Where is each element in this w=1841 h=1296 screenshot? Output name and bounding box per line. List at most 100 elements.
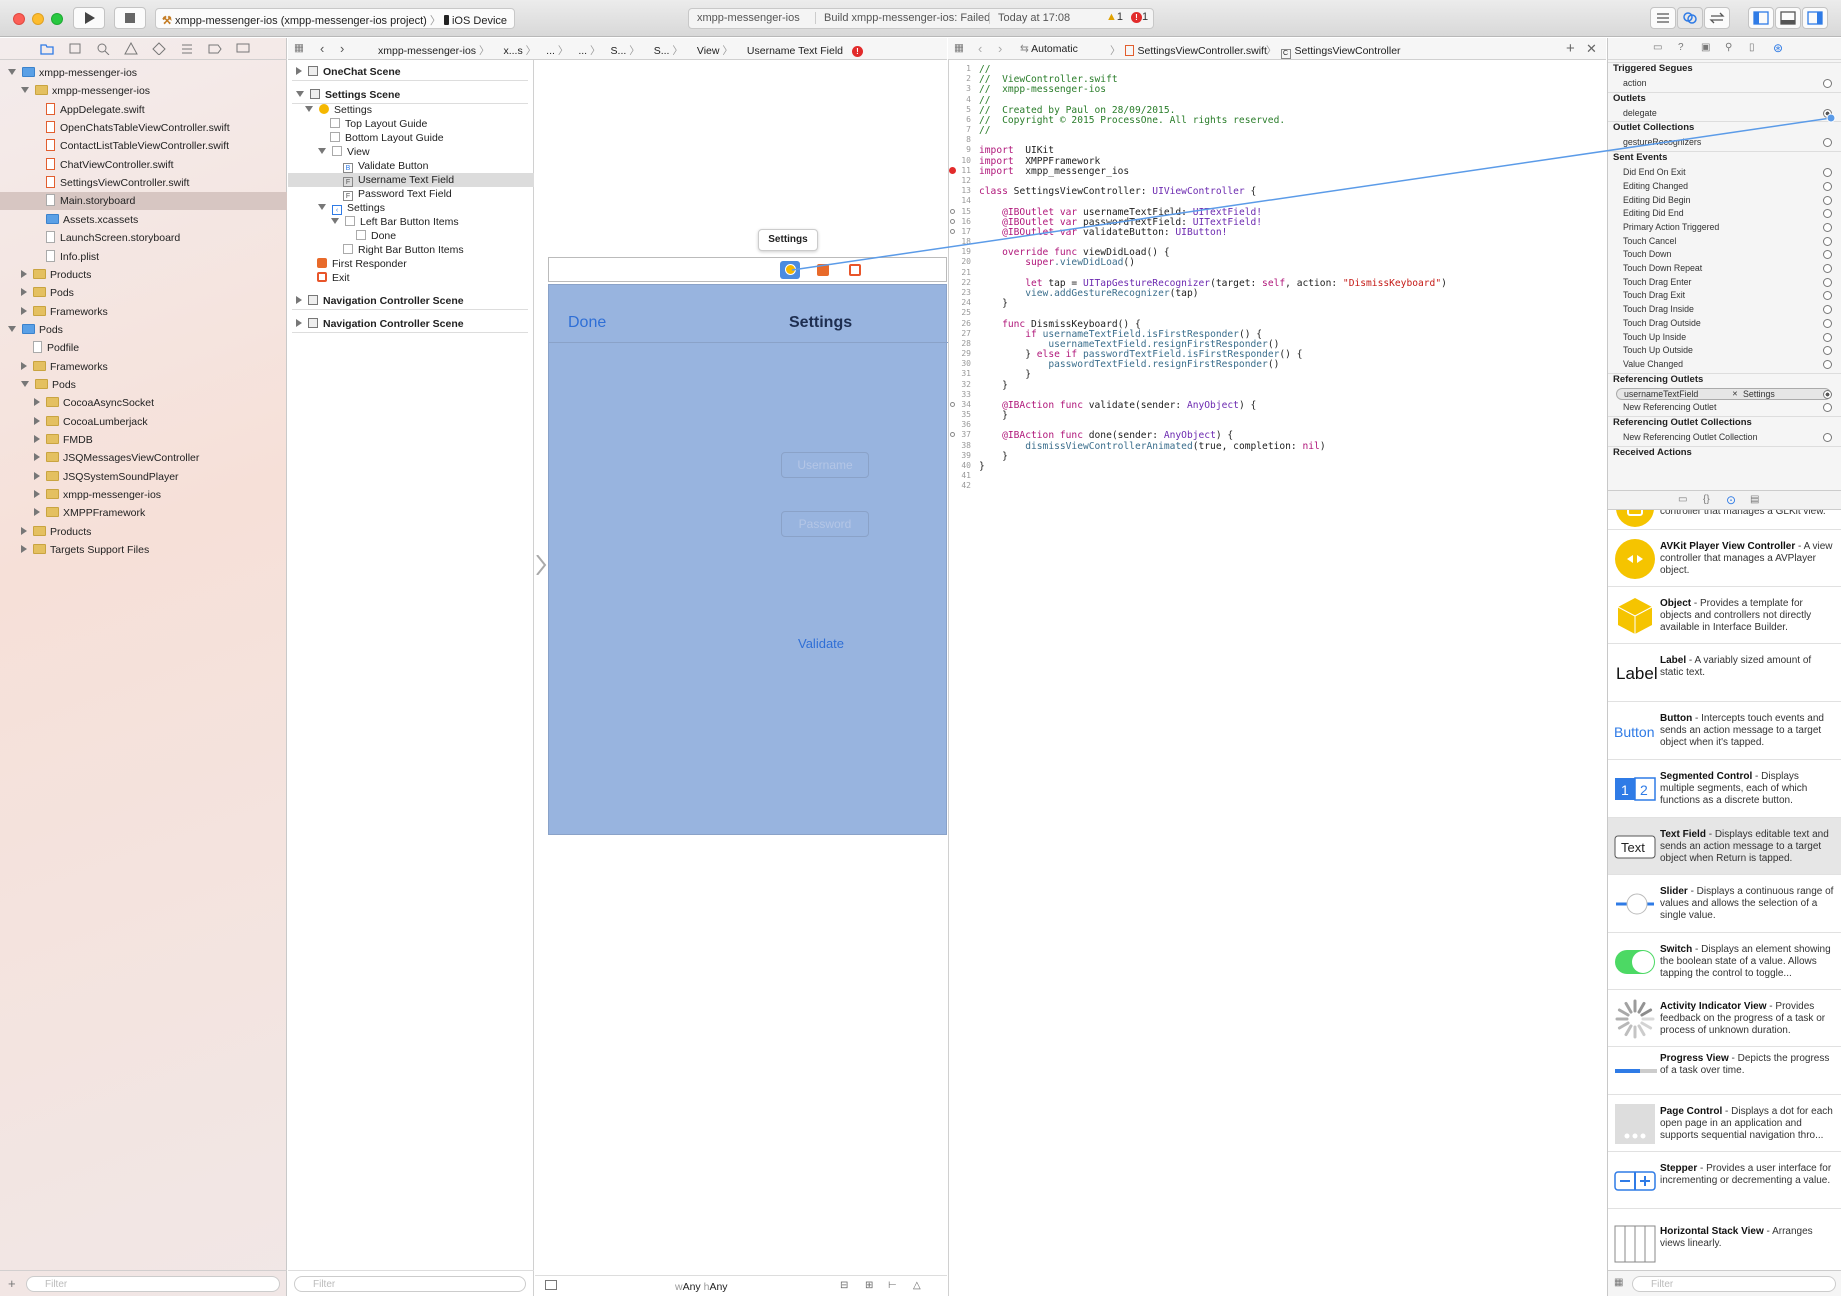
standard-editor-button[interactable] xyxy=(1650,7,1676,29)
connection-row[interactable]: usernameTextField ✕ Settings xyxy=(1608,387,1841,401)
device-name[interactable]: iOS Device xyxy=(452,15,507,27)
disclosure-triangle-icon[interactable] xyxy=(34,398,40,407)
navigator-item[interactable]: Pods xyxy=(0,284,287,302)
connection-circle-icon[interactable] xyxy=(1823,181,1832,191)
settings-view[interactable]: Done Settings Username Password Validate xyxy=(548,284,948,835)
library-item[interactable]: Progress View - Depicts the progress of … xyxy=(1608,1047,1841,1095)
storyboard-canvas[interactable]: Settings Done Settings Username Password… xyxy=(535,60,948,1275)
remove-connection-icon[interactable]: ✕ xyxy=(1732,388,1738,401)
connection-circle-icon[interactable] xyxy=(1823,305,1832,315)
first-responder-icon[interactable] xyxy=(817,264,829,276)
navigator-item[interactable]: Products xyxy=(0,266,287,284)
disclosure-triangle-icon[interactable] xyxy=(21,269,27,278)
breadcrumb-item[interactable]: Username Text Field xyxy=(747,45,843,57)
outline-item[interactable]: OneChat Scene xyxy=(292,63,528,81)
report-tab-icon[interactable] xyxy=(236,42,250,55)
breadcrumb-item[interactable]: S... xyxy=(654,45,670,57)
assistant-file[interactable]: 〉 SettingsViewController.swift xyxy=(1110,43,1267,58)
pin-icon[interactable]: ⊢ xyxy=(888,1280,897,1291)
navigator-item[interactable]: ChatViewController.swift xyxy=(0,156,287,174)
connection-row[interactable]: Touch Drag Inside xyxy=(1608,303,1841,316)
disclosure-triangle-icon[interactable] xyxy=(34,471,40,480)
library-item[interactable]: Text Text Field - Displays editable text … xyxy=(1608,818,1841,875)
navigator-item[interactable]: XMPPFramework xyxy=(0,504,287,522)
connection-circle-icon[interactable] xyxy=(1823,79,1832,88)
error-count[interactable]: ! 1 xyxy=(1131,11,1148,23)
find-tab-icon[interactable] xyxy=(96,42,110,55)
username-text-field[interactable]: Username xyxy=(781,452,869,478)
disclosure-triangle-icon[interactable] xyxy=(21,361,27,370)
canvas-collapse-handle[interactable] xyxy=(535,554,547,576)
navigator-filter-input[interactable]: Filter xyxy=(26,1276,280,1292)
connection-circle-icon[interactable] xyxy=(1823,403,1832,413)
assistant-mode[interactable]: ⇆ Automatic xyxy=(1020,43,1078,55)
connection-row[interactable]: Value Changed xyxy=(1608,358,1841,371)
breakpoint-tab-icon[interactable] xyxy=(208,42,222,55)
library-item[interactable]: Switch - Displays an element showing the… xyxy=(1608,933,1841,990)
navigator-item[interactable]: Assets.xcassets xyxy=(0,211,287,229)
disclosure-triangle-icon[interactable] xyxy=(296,67,302,75)
media-library-icon[interactable]: ▤ xyxy=(1750,494,1759,505)
navigator-item[interactable]: Frameworks xyxy=(0,358,287,376)
outline-item[interactable]: First Responder xyxy=(288,257,534,271)
navigator-item[interactable]: SettingsViewController.swift xyxy=(0,174,287,192)
connection-circle-icon[interactable] xyxy=(1823,168,1832,178)
navigator-item[interactable]: OpenChatsTableViewController.swift xyxy=(0,119,287,137)
connection-row[interactable]: Touch Drag Enter xyxy=(1608,276,1841,289)
navigator-item[interactable]: ContactListTableViewController.swift xyxy=(0,137,287,155)
connection-circle-icon[interactable] xyxy=(1823,389,1832,399)
outline-item[interactable]: Right Bar Button Items xyxy=(288,243,534,257)
test-tab-icon[interactable] xyxy=(152,42,166,55)
error-icon[interactable]: ! xyxy=(851,46,863,57)
disclosure-triangle-icon[interactable] xyxy=(34,416,40,425)
toggle-outline-icon[interactable] xyxy=(545,1280,557,1290)
disclosure-triangle-icon[interactable] xyxy=(21,87,29,94)
outline-filter-input[interactable]: Filter xyxy=(294,1276,526,1292)
identity-inspector-icon[interactable]: ▣ xyxy=(1701,42,1710,53)
disclosure-triangle-icon[interactable] xyxy=(21,526,27,535)
add-editor-icon[interactable]: + xyxy=(1566,40,1575,57)
forward-arrow-icon[interactable]: › xyxy=(998,41,1002,56)
disclosure-triangle-icon[interactable] xyxy=(21,288,27,297)
disclosure-triangle-icon[interactable] xyxy=(318,204,326,210)
toggle-debug-button[interactable] xyxy=(1775,7,1801,29)
navigator-item[interactable]: Pods xyxy=(0,321,287,339)
connection-row[interactable]: Touch Up Inside xyxy=(1608,331,1841,344)
file-template-icon[interactable]: ▭ xyxy=(1678,494,1687,505)
add-icon[interactable]: + xyxy=(8,1276,16,1291)
help-inspector-icon[interactable]: ? xyxy=(1678,42,1684,53)
exit-icon[interactable] xyxy=(849,264,861,276)
close-window-button[interactable] xyxy=(13,13,25,25)
outline-item[interactable]: F Password Text Field xyxy=(288,187,534,201)
size-inspector-icon[interactable]: ▯ xyxy=(1749,42,1755,53)
connection-circle-icon[interactable] xyxy=(1823,108,1832,118)
library-item[interactable]: Label Label - A variably sized amount of … xyxy=(1608,644,1841,702)
breadcrumb-item[interactable]: S... xyxy=(611,45,627,57)
grid-icon[interactable]: ▦ xyxy=(954,42,964,54)
size-class-control[interactable]: wAny hAny xyxy=(675,1281,728,1293)
outlet-connection-icon[interactable] xyxy=(950,208,955,214)
disclosure-triangle-icon[interactable] xyxy=(21,545,27,554)
navigator-item[interactable]: xmpp-messenger-ios xyxy=(0,82,287,100)
navigator-item[interactable]: CocoaAsyncSocket xyxy=(0,394,287,412)
outline-item[interactable]: Settings xyxy=(288,103,534,117)
debug-tab-icon[interactable] xyxy=(180,42,194,55)
done-bar-button[interactable]: Done xyxy=(568,314,606,332)
disclosure-triangle-icon[interactable] xyxy=(21,306,27,315)
disclosure-triangle-icon[interactable] xyxy=(296,296,302,304)
view-controller-icon[interactable] xyxy=(780,261,800,279)
breadcrumb-item[interactable]: View xyxy=(697,45,720,57)
issue-tab-icon[interactable] xyxy=(124,42,138,55)
outline-item[interactable]: ‹ Settings xyxy=(288,201,534,215)
connection-row[interactable]: Editing Did End xyxy=(1608,207,1841,220)
assistant-symbol[interactable]: 〉 C SettingsViewController xyxy=(1266,43,1401,59)
connection-circle-icon[interactable] xyxy=(1823,291,1832,301)
assistant-editor-button[interactable] xyxy=(1677,7,1703,29)
disclosure-triangle-icon[interactable] xyxy=(21,380,29,387)
align-icon[interactable]: ⊞ xyxy=(865,1280,873,1291)
library-item[interactable]: AVKit Player View Controller - A view co… xyxy=(1608,530,1841,587)
connection-circle-icon[interactable] xyxy=(1823,195,1832,205)
navigator-item[interactable]: AppDelegate.swift xyxy=(0,101,287,119)
connection-row[interactable]: Touch Down xyxy=(1608,248,1841,261)
navigator-item[interactable]: CocoaLumberjack xyxy=(0,413,287,431)
